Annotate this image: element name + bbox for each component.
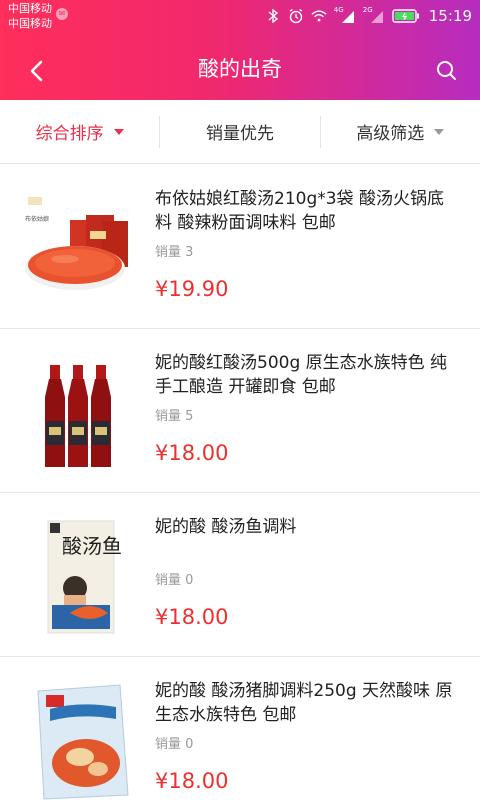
product-item[interactable]: 酸汤鱼 妮的酸 酸汤鱼调料 销量 0 ¥18.00: [0, 493, 480, 657]
product-item[interactable]: 布依姑娘 布依姑娘红酸汤210g*3袋 酸汤火锅底料 酸辣粉面调味料 包邮 销量…: [0, 165, 480, 329]
product-price: ¥18.00: [155, 441, 229, 465]
signal-2g-icon: 2G: [362, 6, 385, 24]
product-price: ¥18.00: [155, 769, 229, 793]
product-title: 妮的酸红酸汤500g 原生态水族特色 纯手工酿造 开罐即食 包邮: [155, 353, 448, 397]
sort-tab-comprehensive[interactable]: 综合排序: [0, 100, 159, 163]
product-image-sour-soup-bottles: [20, 349, 135, 474]
page-title: 酸的出奇: [198, 57, 282, 81]
alarm-icon: [288, 8, 304, 24]
product-sales: 销量 3: [155, 245, 194, 260]
brand-label: 布依姑娘: [25, 215, 49, 223]
package-label: 酸汤鱼: [62, 534, 122, 558]
sort-tab-sales[interactable]: 销量优先: [160, 100, 319, 163]
status-icons: 4G 2G 15:19: [265, 6, 472, 26]
product-sales: 销量 0: [155, 737, 194, 752]
sort-tab-label: 高级筛选: [356, 124, 425, 144]
wifi-icon: [311, 8, 327, 24]
carrier-label-1: 中国移动: [8, 2, 52, 15]
product-price: ¥19.90: [155, 277, 229, 301]
product-title: 妮的酸 酸汤鱼调料: [155, 517, 297, 537]
sort-tab-advanced-filter[interactable]: 高级筛选: [321, 100, 480, 163]
sort-tab-label: 销量优先: [205, 124, 274, 144]
product-title: 妮的酸 酸汤猪脚调料250g 天然酸味 原生态水族特色 包邮: [155, 681, 453, 725]
product-sales: 销量 5: [155, 409, 194, 424]
sort-bar: 综合排序 销量优先 高级筛选: [0, 100, 480, 164]
product-image-pork-trotter-seasoning: [20, 677, 135, 800]
navigation-bar: 酸的出奇: [0, 40, 480, 100]
product-item[interactable]: 妮的酸红酸汤500g 原生态水族特色 纯手工酿造 开罐即食 包邮 销量 5 ¥1…: [0, 329, 480, 493]
battery-icon: [392, 8, 420, 24]
product-image-sour-soup-bags: 布依姑娘: [20, 185, 135, 310]
clock: 15:19: [428, 7, 472, 25]
network-2g-label: 2G: [362, 6, 373, 14]
app-header: 中国移动 中国移动 ✉ 4G 2G 15:19 酸的出奇: [0, 0, 480, 100]
carrier-info: 中国移动 中国移动: [8, 1, 52, 31]
product-item[interactable]: 妮的酸 酸汤猪脚调料250g 天然酸味 原生态水族特色 包邮 销量 0 ¥18.…: [0, 657, 480, 800]
search-button[interactable]: [434, 58, 460, 84]
product-price: ¥18.00: [155, 605, 229, 629]
bluetooth-icon: [265, 8, 281, 24]
notification-icon: ✉: [56, 8, 68, 20]
status-bar: 中国移动 中国移动 ✉ 4G 2G 15:19: [0, 0, 480, 36]
product-title: 布依姑娘红酸汤210g*3袋 酸汤火锅底料 酸辣粉面调味料 包邮: [155, 189, 444, 233]
product-list: 布依姑娘 布依姑娘红酸汤210g*3袋 酸汤火锅底料 酸辣粉面调味料 包邮 销量…: [0, 165, 480, 800]
sort-tab-label: 综合排序: [35, 124, 104, 144]
carrier-label-2: 中国移动: [8, 17, 52, 30]
search-icon: [437, 61, 456, 80]
caret-down-icon: [434, 128, 445, 135]
caret-down-icon: [113, 128, 124, 135]
product-image-sour-fish-seasoning: 酸汤鱼: [20, 513, 135, 638]
product-sales: 销量 0: [155, 573, 194, 588]
signal-4g-icon: 4G: [333, 6, 356, 24]
network-4g-label: 4G: [333, 6, 344, 14]
